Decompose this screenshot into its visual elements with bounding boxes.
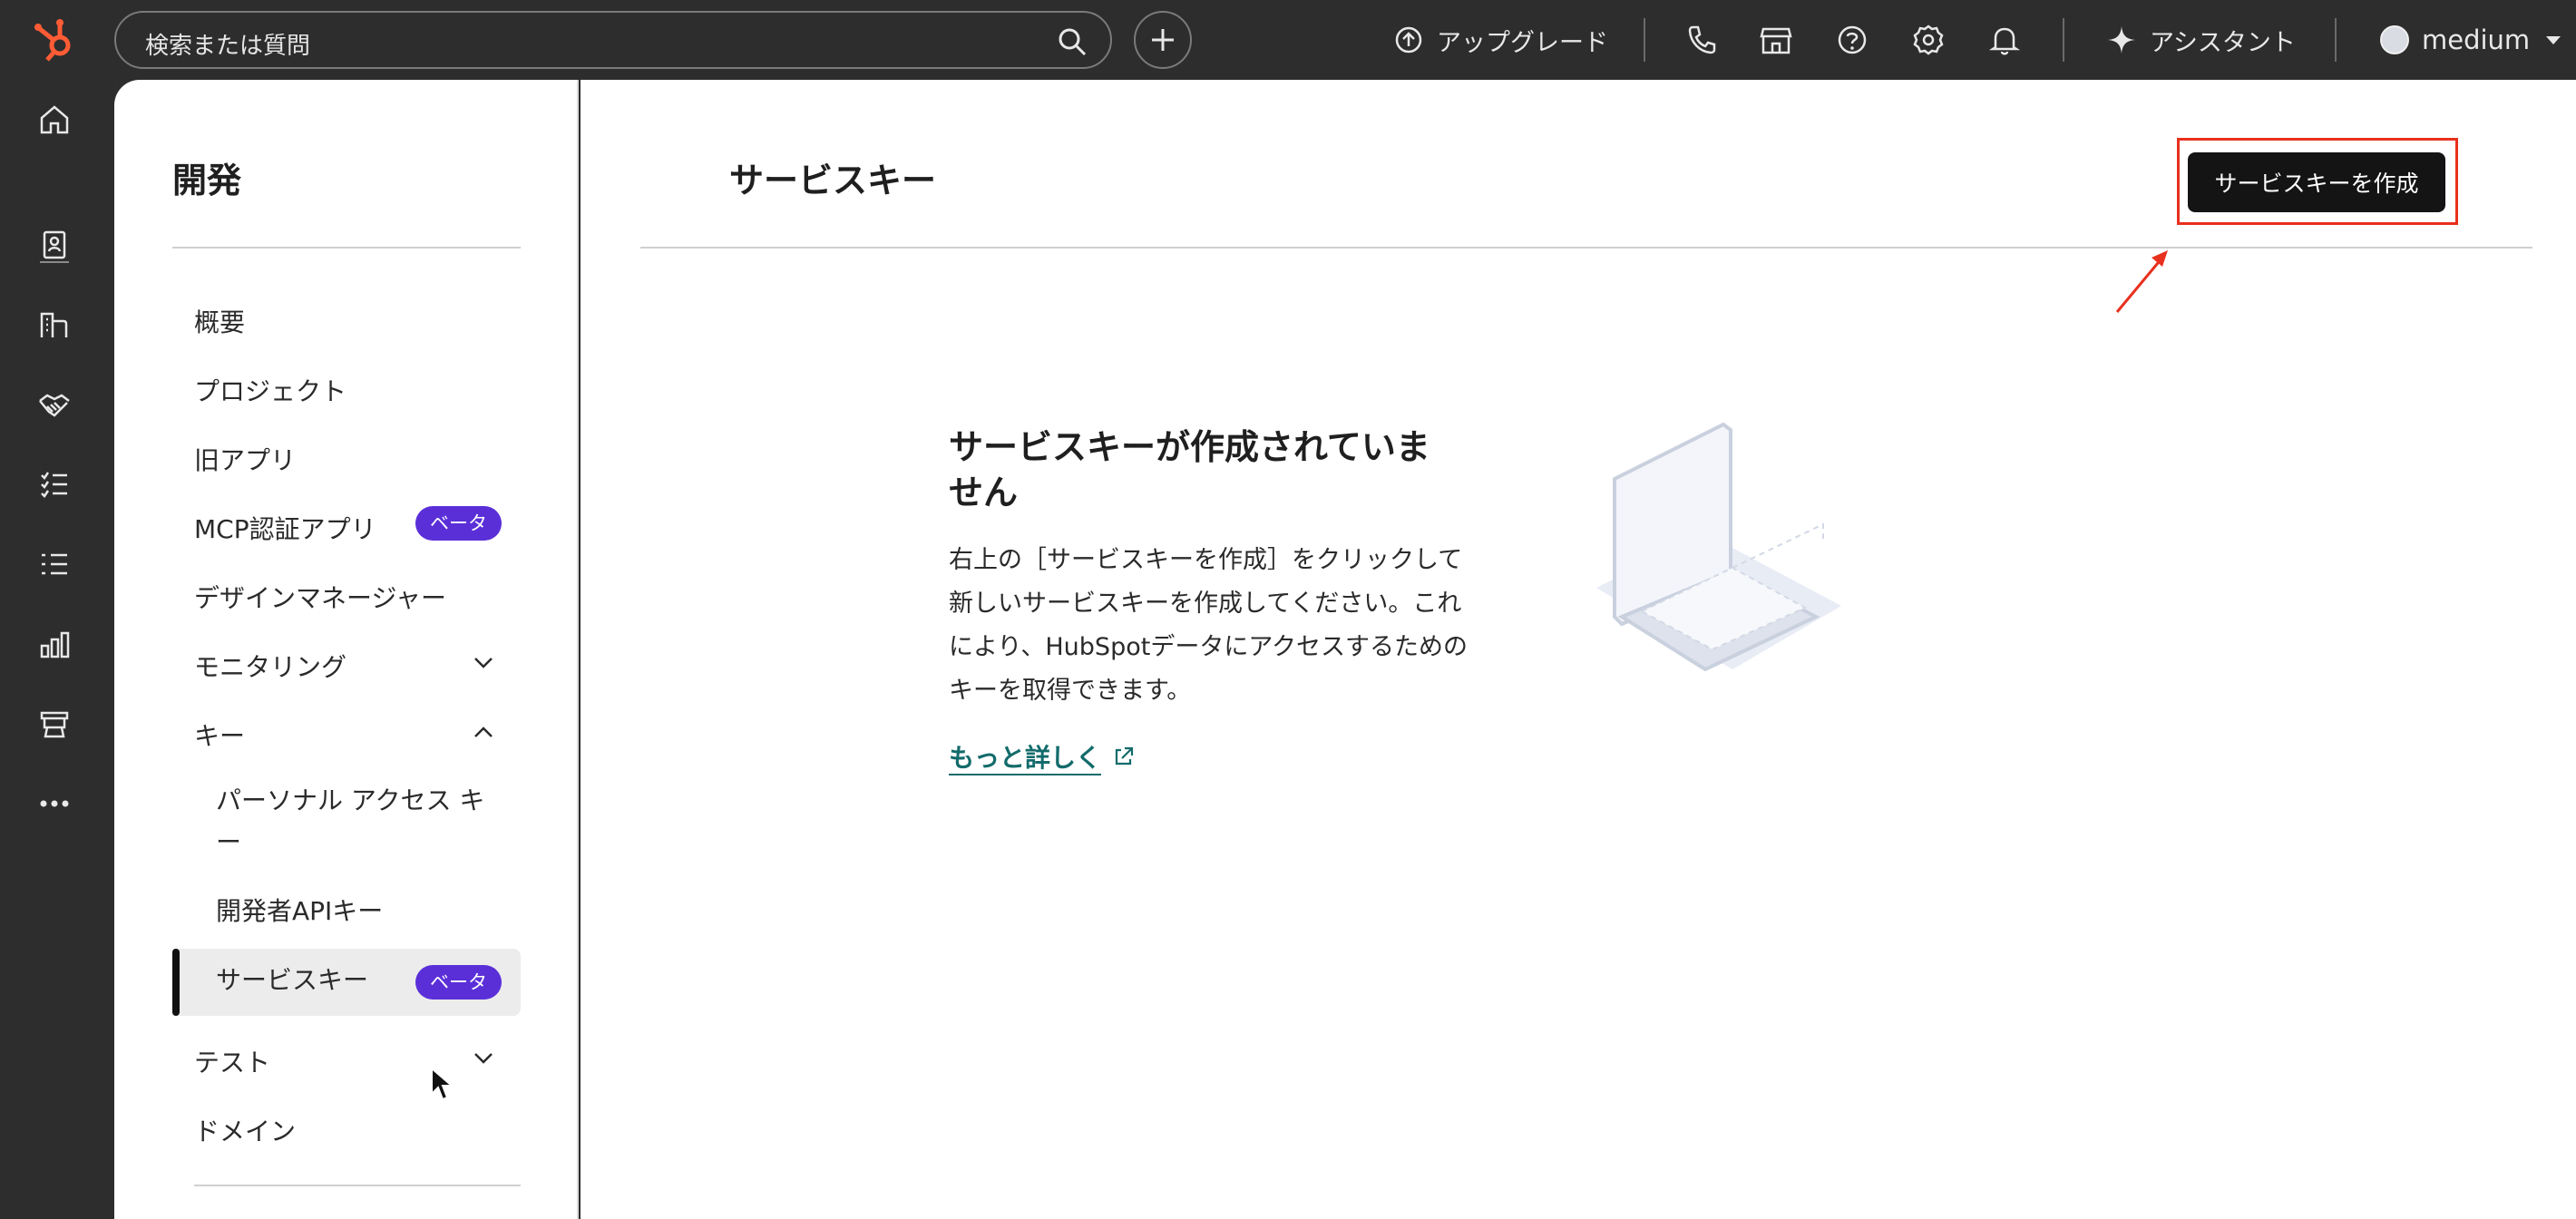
empty-state: サービスキーが作成されていま せん 右上の［サービスキーを作成］をクリックして … bbox=[949, 424, 1511, 775]
settings-gear-icon[interactable] bbox=[1910, 22, 1947, 58]
divider bbox=[2335, 18, 2337, 62]
empty-title-line: せん bbox=[949, 473, 1019, 512]
sidebar-item-monitoring[interactable]: モニタリング bbox=[194, 648, 346, 684]
more-options-icon[interactable] bbox=[36, 785, 73, 822]
assistant-label: アシスタント bbox=[2150, 28, 2296, 57]
divider bbox=[1644, 18, 1645, 62]
tasks-checklist-icon[interactable] bbox=[36, 466, 73, 502]
sidebar-subitem-service-key[interactable]: サービスキー bbox=[216, 960, 368, 1001]
sidebar-item-mcp-apps[interactable]: MCP認証アプリ bbox=[194, 510, 376, 546]
sidebar-item-test[interactable]: テスト bbox=[194, 1043, 270, 1079]
sidebar-item-projects[interactable]: プロジェクト bbox=[194, 372, 346, 408]
contacts-book-icon[interactable] bbox=[36, 227, 73, 263]
sidebar-title: 開発 bbox=[172, 161, 242, 200]
account-menu[interactable]: medium bbox=[2380, 16, 2564, 63]
empty-laptop-illustration-icon bbox=[1596, 422, 1841, 672]
divider bbox=[194, 1185, 521, 1186]
notification-bell-icon[interactable] bbox=[1986, 22, 2023, 58]
divider bbox=[640, 247, 2532, 249]
deals-handshake-icon[interactable] bbox=[36, 386, 73, 423]
mouse-cursor-icon bbox=[431, 1067, 454, 1101]
create-new-button[interactable] bbox=[1134, 11, 1192, 69]
sidebar-item-domain[interactable]: ドメイン bbox=[194, 1112, 296, 1148]
sidebar-item-keys[interactable]: キー bbox=[194, 717, 245, 753]
divider bbox=[2063, 18, 2064, 62]
annotation-arrow-icon bbox=[2115, 250, 2168, 313]
lists-icon[interactable] bbox=[36, 546, 73, 582]
description-line: 右上の［サービスキーを作成］をクリックして bbox=[949, 546, 1463, 574]
hubspot-logo-icon[interactable] bbox=[29, 13, 83, 67]
left-icon-navigation bbox=[0, 80, 114, 1219]
sidebar-item-overview[interactable]: 概要 bbox=[194, 303, 245, 339]
active-indicator bbox=[172, 949, 180, 1016]
learn-more-label: もっと詳しく bbox=[949, 743, 1102, 773]
chevron-down-icon[interactable] bbox=[470, 1045, 497, 1072]
plus-icon bbox=[1152, 29, 1174, 51]
home-icon[interactable] bbox=[36, 102, 73, 138]
companies-building-icon[interactable] bbox=[36, 307, 73, 343]
chevron-down-icon[interactable] bbox=[470, 649, 497, 677]
external-link-icon bbox=[1115, 746, 1134, 766]
caret-down-icon bbox=[2546, 36, 2561, 44]
account-name: medium bbox=[2422, 24, 2531, 55]
sidebar-subitem-personal-access-key[interactable]: パーソナル アクセス キ ー bbox=[216, 780, 484, 863]
learn-more-link[interactable]: もっと詳しく bbox=[949, 738, 1511, 775]
development-sidebar: 開発 概要 プロジェクト 旧アプリ MCP認証アプリ ベータ デザインマネージャ… bbox=[114, 80, 579, 1219]
avatar bbox=[2380, 25, 2409, 54]
upgrade-label: アップグレード bbox=[1437, 28, 1608, 57]
sidebar-subitem-label: パーソナル アクセス キ bbox=[216, 785, 485, 815]
page-title: サービスキー bbox=[729, 161, 937, 200]
description-line: キーを取得できます。 bbox=[949, 677, 1192, 705]
sidebar-subitem-label-cont: ー bbox=[216, 827, 242, 857]
upgrade-button[interactable]: アップグレード bbox=[1393, 16, 1608, 63]
sidebar-item-design-manager[interactable]: デザインマネージャー bbox=[194, 579, 446, 615]
reports-bar-chart-icon[interactable] bbox=[36, 626, 73, 662]
assistant-button[interactable]: アシスタント bbox=[2106, 16, 2296, 63]
divider bbox=[172, 247, 521, 249]
empty-title-line: サービスキーが作成されていま bbox=[949, 427, 1430, 467]
description-line: により、HubSpotデータにアクセスするための bbox=[949, 633, 1468, 661]
main-content: サービスキー サービスキーを作成 サービスキーが作成されていま せん 右上の［サ… bbox=[581, 80, 2576, 1219]
upgrade-arrow-icon bbox=[1395, 26, 1422, 54]
beta-badge: ベータ bbox=[415, 506, 502, 541]
phone-icon[interactable] bbox=[1683, 22, 1720, 58]
empty-state-description: 右上の［サービスキーを作成］をクリックして 新しいサービスキーを作成してください… bbox=[949, 539, 1511, 713]
sparkle-icon bbox=[2108, 26, 2135, 54]
search-placeholder: 検索または質問 bbox=[145, 33, 311, 60]
top-navigation-bar: 検索または質問 アップグレード アシスタント medium bbox=[0, 0, 2576, 80]
beta-badge: ベータ bbox=[415, 965, 502, 1000]
highlight-box bbox=[2177, 138, 2458, 225]
marketplace-icon[interactable] bbox=[1758, 22, 1794, 58]
chevron-up-icon[interactable] bbox=[470, 718, 497, 746]
global-search-input[interactable]: 検索または質問 bbox=[114, 11, 1112, 69]
search-icon[interactable] bbox=[1056, 25, 1088, 58]
sidebar-item-legacy-apps[interactable]: 旧アプリ bbox=[194, 441, 296, 477]
description-line: 新しいサービスキーを作成してください。これ bbox=[949, 590, 1462, 618]
commerce-stack-icon[interactable] bbox=[36, 706, 73, 742]
empty-state-title: サービスキーが作成されていま せん bbox=[949, 424, 1511, 515]
help-icon[interactable] bbox=[1834, 22, 1870, 58]
sidebar-subitem-developer-api-key[interactable]: 開発者APIキー bbox=[216, 891, 383, 932]
